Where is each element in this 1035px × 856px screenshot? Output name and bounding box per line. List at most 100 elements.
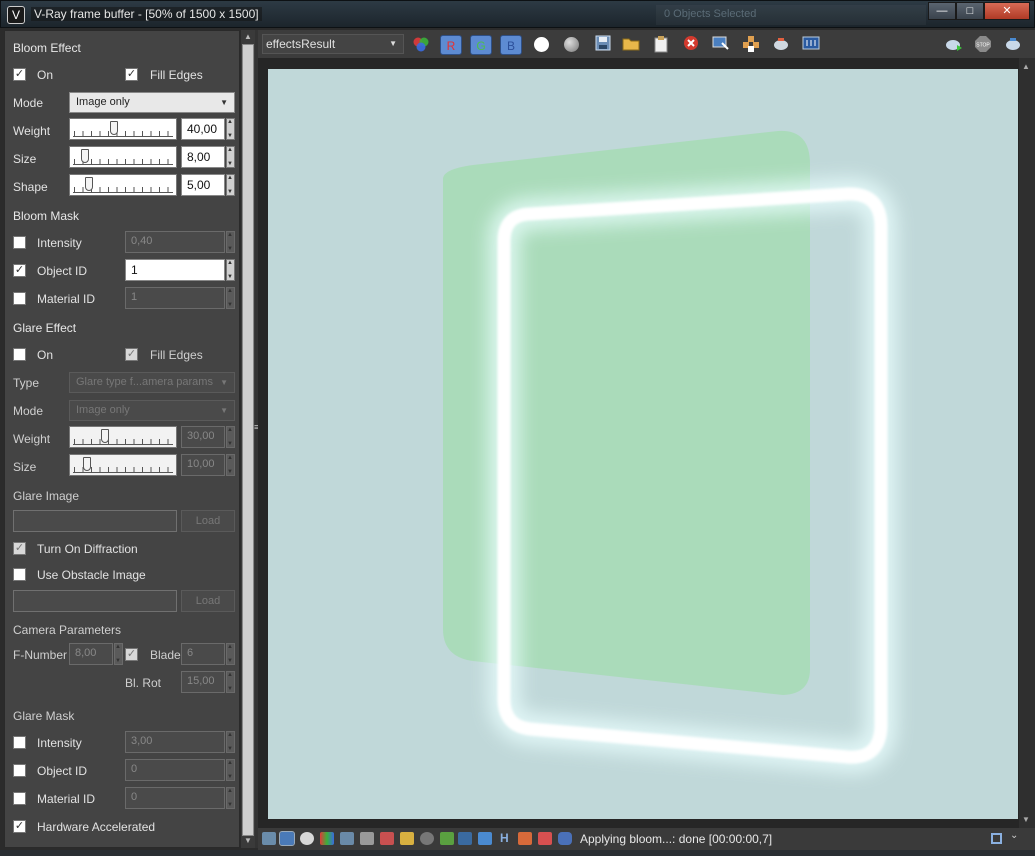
- glare-mode-dropdown[interactable]: Image only ▼: [69, 400, 235, 421]
- render-teapot-icon[interactable]: [770, 35, 792, 55]
- glare-weight-input[interactable]: 30,00: [181, 426, 225, 448]
- clipboard-icon[interactable]: [650, 35, 672, 55]
- image-viewport[interactable]: [258, 58, 1021, 828]
- track-mouse-icon[interactable]: [710, 35, 732, 55]
- bloom-weight-spinner[interactable]: [226, 118, 235, 140]
- obstacle-checkbox[interactable]: [13, 568, 26, 581]
- bloom-mask-intensity-checkbox[interactable]: [13, 236, 26, 249]
- bloom-mask-object-id-spinner[interactable]: [226, 259, 235, 281]
- bloom-mask-intensity-spinner[interactable]: [226, 231, 235, 253]
- glare-mask-object-id-checkbox[interactable]: [13, 764, 26, 777]
- blade-spinner[interactable]: [226, 643, 235, 665]
- slider-thumb[interactable]: [84, 177, 93, 191]
- render-last-icon[interactable]: [1002, 35, 1024, 55]
- viewport-scrollbar[interactable]: ▲ ▼: [1019, 58, 1035, 828]
- lookup-icon[interactable]: [478, 832, 492, 845]
- fnumber-spinner[interactable]: [114, 643, 123, 665]
- h-icon[interactable]: H: [500, 831, 509, 845]
- green-channel-button[interactable]: G: [470, 35, 492, 55]
- exposure-icon[interactable]: [400, 832, 414, 845]
- levels-icon[interactable]: [340, 832, 354, 845]
- blade-input[interactable]: 6: [181, 643, 225, 665]
- scroll-down-icon[interactable]: ▼: [243, 836, 253, 846]
- slider-thumb[interactable]: [81, 149, 90, 163]
- bloom-shape-spinner[interactable]: [226, 174, 235, 196]
- stamp-icon[interactable]: [538, 832, 552, 845]
- channel-dropdown[interactable]: effectsResult ▼: [262, 34, 404, 54]
- save-icon[interactable]: [592, 35, 614, 55]
- bloom-mask-material-id-checkbox[interactable]: [13, 292, 26, 305]
- glare-on-checkbox[interactable]: [13, 348, 26, 361]
- bloom-shape-slider[interactable]: [69, 174, 177, 196]
- blade-rotation-spinner[interactable]: [226, 671, 235, 693]
- glare-size-input[interactable]: 10,00: [181, 454, 225, 476]
- glare-mask-intensity-checkbox[interactable]: [13, 736, 26, 749]
- bloom-mask-material-id-input[interactable]: 1: [125, 287, 225, 309]
- open-folder-icon[interactable]: [620, 35, 642, 55]
- curves-icon[interactable]: [380, 832, 394, 845]
- red-channel-button[interactable]: R: [440, 35, 462, 55]
- bloom-mask-material-id-spinner[interactable]: [226, 287, 235, 309]
- rgb-channels-icon[interactable]: [410, 35, 432, 55]
- mono-color-icon[interactable]: [564, 37, 579, 52]
- blade-checkbox[interactable]: ✓: [125, 648, 138, 661]
- bloom-size-slider[interactable]: [69, 146, 177, 168]
- obstacle-load-button[interactable]: Load: [181, 590, 235, 612]
- scroll-down-icon[interactable]: ▼: [1022, 815, 1030, 824]
- bloom-weight-slider[interactable]: [69, 118, 177, 140]
- bloom-shape-input[interactable]: 5,00: [181, 174, 225, 196]
- color-correction-icon[interactable]: [320, 832, 334, 845]
- obstacle-image-path-field[interactable]: [13, 590, 177, 612]
- history-icon[interactable]: [262, 832, 276, 845]
- bloom-weight-input[interactable]: 40,00: [181, 118, 225, 140]
- render-interactive-icon[interactable]: [942, 35, 964, 55]
- slider-thumb[interactable]: [83, 457, 91, 471]
- glare-fill-edges-checkbox[interactable]: ✓: [125, 348, 138, 361]
- glare-type-dropdown[interactable]: Glare type f...amera params ▼: [69, 372, 235, 393]
- blade-rotation-input[interactable]: 15,00: [181, 671, 225, 693]
- close-button[interactable]: ✕: [984, 2, 1030, 20]
- compare-icon[interactable]: [800, 35, 822, 55]
- glare-mask-intensity-spinner[interactable]: [226, 731, 235, 753]
- bloom-on-checkbox[interactable]: ✓: [13, 68, 26, 81]
- scroll-up-icon[interactable]: ▲: [243, 32, 253, 42]
- glare-size-slider[interactable]: [69, 454, 177, 476]
- white-color-icon[interactable]: [534, 37, 549, 52]
- lut-icon[interactable]: [440, 832, 454, 845]
- glare-mask-material-id-input[interactable]: 0: [125, 787, 225, 809]
- bloom-mask-intensity-input[interactable]: 0,40: [125, 231, 225, 253]
- bloom-size-input[interactable]: 8,00: [181, 146, 225, 168]
- glare-size-spinner[interactable]: [226, 454, 235, 476]
- glare-mask-material-id-checkbox[interactable]: [13, 792, 26, 805]
- diffraction-checkbox[interactable]: ✓: [13, 542, 26, 555]
- slider-thumb[interactable]: [101, 429, 109, 443]
- scroll-up-icon[interactable]: ▲: [1022, 62, 1030, 71]
- minimize-button[interactable]: —: [928, 2, 956, 20]
- hsl-icon[interactable]: [360, 832, 374, 845]
- glare-weight-spinner[interactable]: [226, 426, 235, 448]
- scrollbar-thumb[interactable]: [242, 44, 254, 836]
- hardware-accelerated-checkbox[interactable]: ✓: [13, 820, 26, 833]
- panel-scrollbar[interactable]: ▲ ▼: [241, 30, 255, 848]
- compare-ab-icon[interactable]: [518, 832, 532, 845]
- glare-weight-slider[interactable]: [69, 426, 177, 448]
- slider-thumb[interactable]: [110, 121, 118, 135]
- lens-effects-icon[interactable]: [420, 832, 434, 845]
- glare-image-load-button[interactable]: Load: [181, 510, 235, 532]
- stop-render-icon[interactable]: STOP: [972, 35, 994, 55]
- region-render-icon[interactable]: [740, 35, 762, 55]
- glare-mask-material-id-spinner[interactable]: [226, 787, 235, 809]
- bloom-fill-edges-checkbox[interactable]: ✓: [125, 68, 138, 81]
- bloom-mode-dropdown[interactable]: Image only ▼: [69, 92, 235, 113]
- bloom-size-spinner[interactable]: [226, 146, 235, 168]
- glare-mask-intensity-input[interactable]: 3,00: [125, 731, 225, 753]
- glare-mask-object-id-spinner[interactable]: [226, 759, 235, 781]
- maximize-button[interactable]: □: [956, 2, 984, 20]
- bloom-mask-object-id-checkbox[interactable]: ✓: [13, 264, 26, 277]
- info-icon[interactable]: [300, 832, 314, 845]
- window-toggle-icon[interactable]: [991, 833, 1002, 844]
- pixel-aspect-icon[interactable]: [558, 832, 572, 845]
- glare-image-path-field[interactable]: [13, 510, 177, 532]
- expand-down-icon[interactable]: ⌄: [1010, 830, 1018, 841]
- glare-mask-object-id-input[interactable]: 0: [125, 759, 225, 781]
